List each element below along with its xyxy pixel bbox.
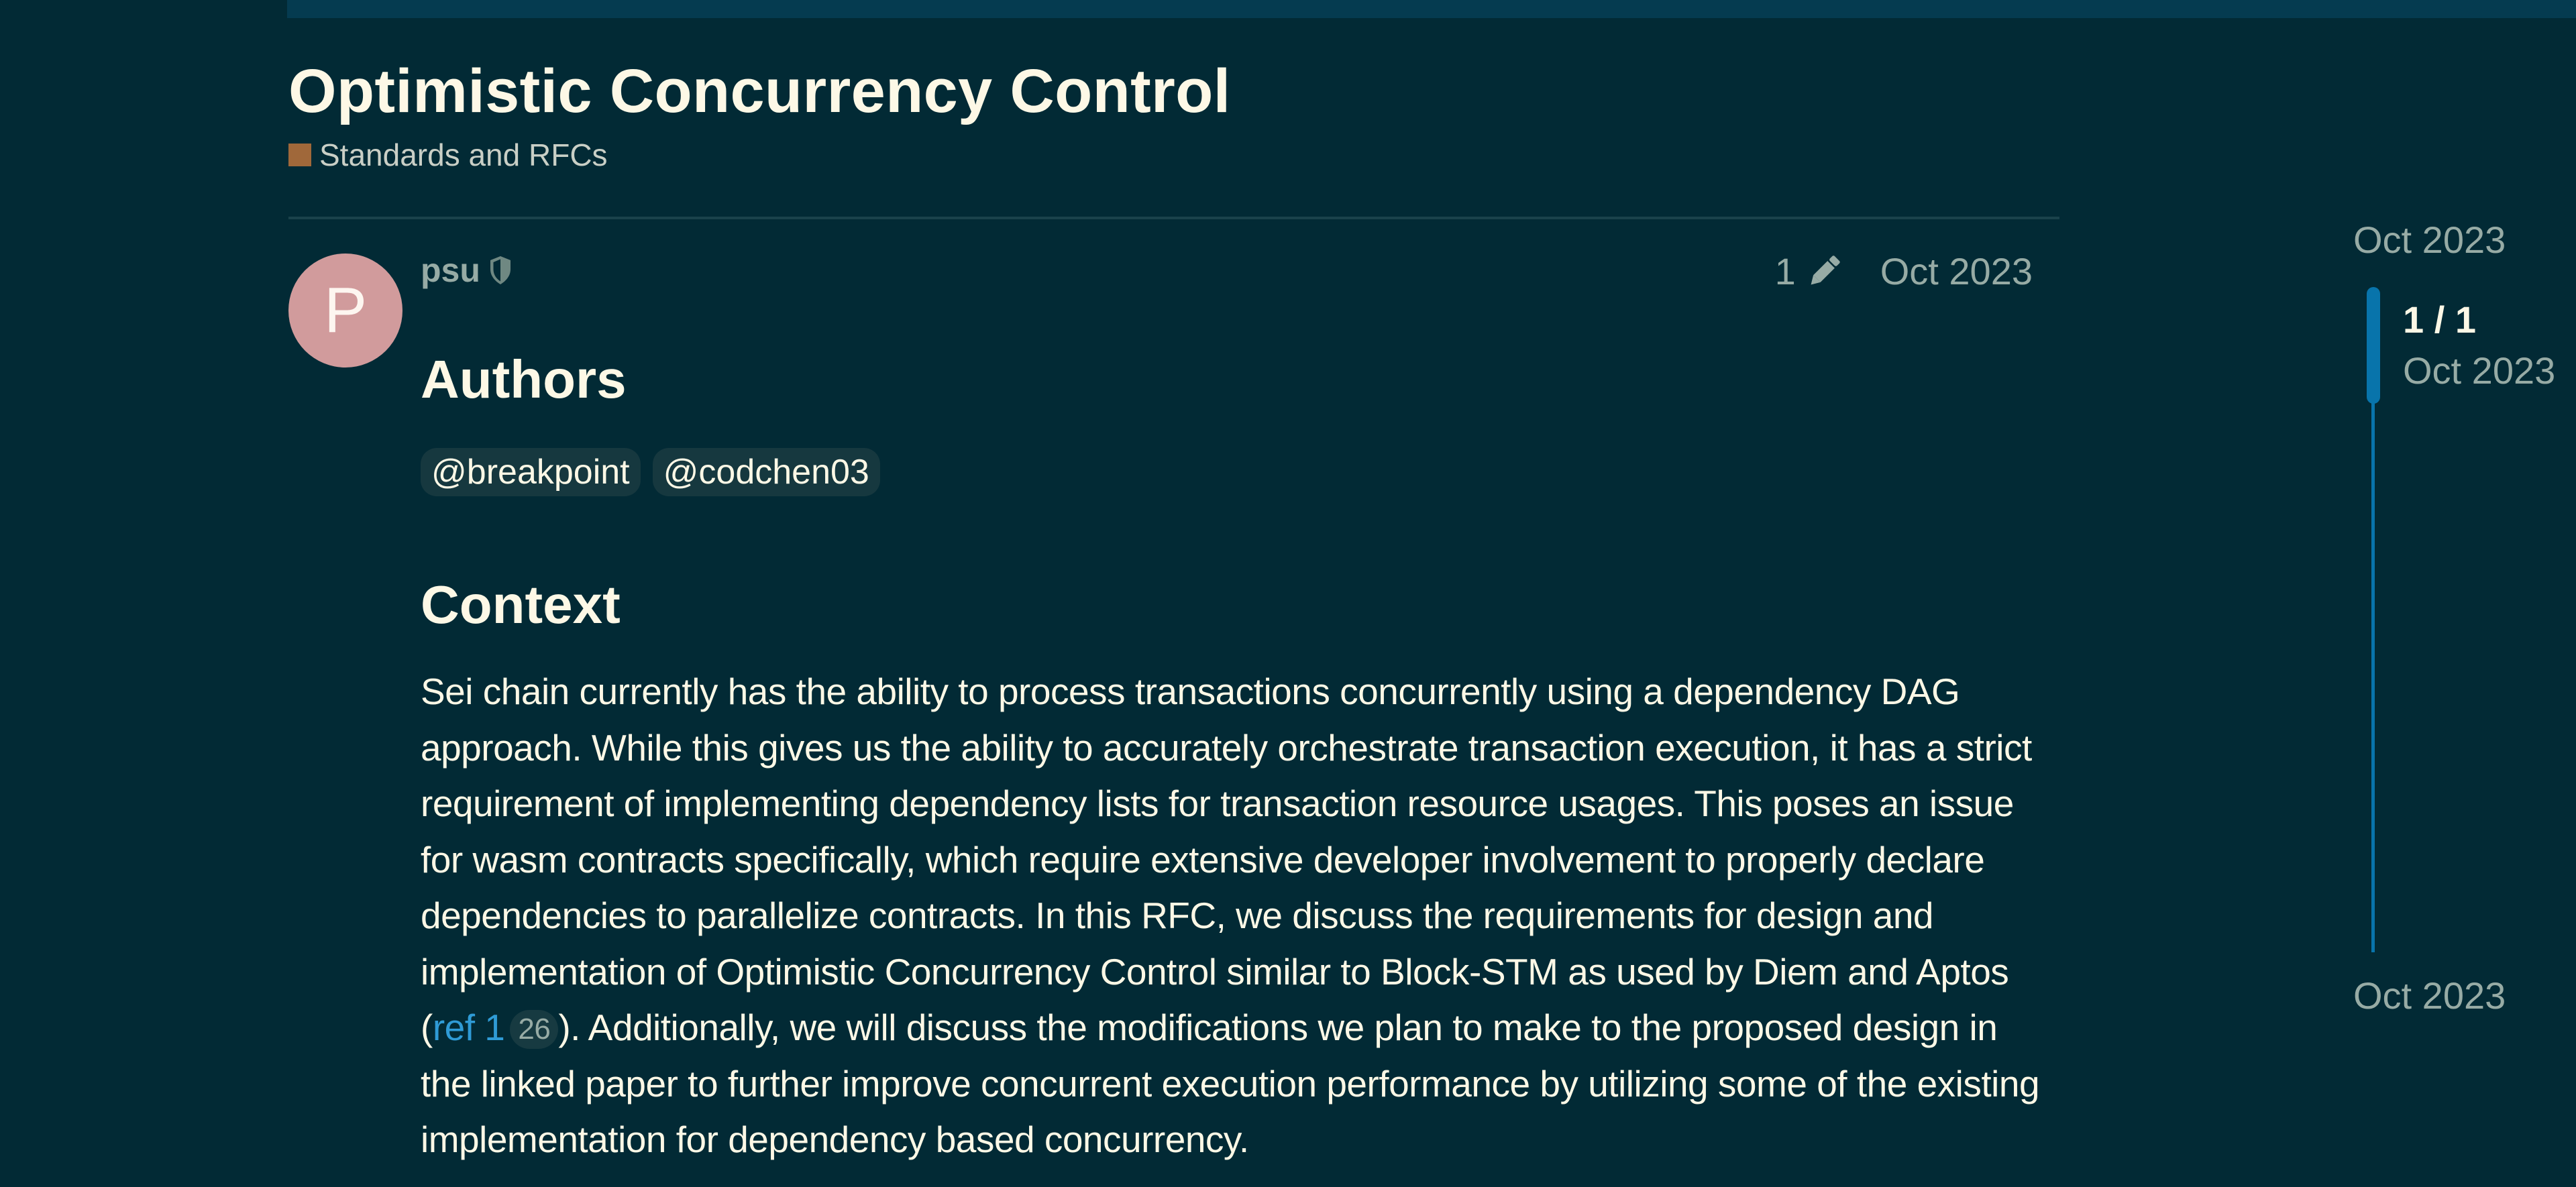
timeline-scroll-handle[interactable] <box>2367 287 2380 404</box>
timeline-current-date: Oct 2023 <box>2403 349 2556 392</box>
timeline-start-date[interactable]: Oct 2023 <box>2353 218 2506 262</box>
post-author[interactable]: psu <box>421 251 513 290</box>
username: psu <box>421 251 480 289</box>
title-divider <box>288 217 2059 219</box>
category-badge[interactable]: Standards and RFCs <box>288 137 608 173</box>
link-click-count: 26 <box>510 1010 559 1049</box>
category-color-swatch <box>288 144 311 166</box>
post-date[interactable]: Oct 2023 <box>1880 249 2033 293</box>
authors-heading: Authors <box>421 349 627 409</box>
post-meta: 1 Oct 2023 <box>1775 249 2033 293</box>
paragraph-text-after: ). Additionally, we will discuss the mod… <box>421 1007 2040 1160</box>
shield-icon <box>490 256 511 284</box>
context-heading: Context <box>421 575 621 634</box>
topic-timeline: Oct 2023 1 / 1 Oct 2023 Oct 2023 <box>2348 0 2576 1187</box>
mentions-list: @breakpoint @codchen03 <box>421 448 880 496</box>
mention-codchen03[interactable]: @codchen03 <box>652 448 880 496</box>
timeline-end-date[interactable]: Oct 2023 <box>2353 974 2506 1017</box>
edit-history-button[interactable]: 1 <box>1775 249 1844 293</box>
avatar-letter: P <box>323 274 368 346</box>
edit-count: 1 <box>1774 250 1796 292</box>
pencil-icon <box>1811 255 1840 284</box>
paragraph-text-before: Sei chain currently has the ability to p… <box>421 671 2032 1048</box>
ref-1-link[interactable]: ref 1 <box>433 1007 505 1048</box>
topic-title[interactable]: Optimistic Concurrency Control <box>288 56 1231 127</box>
mention-breakpoint[interactable]: @breakpoint <box>421 448 641 496</box>
avatar[interactable]: P <box>288 253 402 368</box>
header-bar <box>287 0 2576 18</box>
timeline-post-counter: 1 / 1 <box>2403 298 2476 341</box>
category-label: Standards and RFCs <box>319 137 608 172</box>
context-paragraph: Sei chain currently has the ability to p… <box>421 664 2057 1168</box>
